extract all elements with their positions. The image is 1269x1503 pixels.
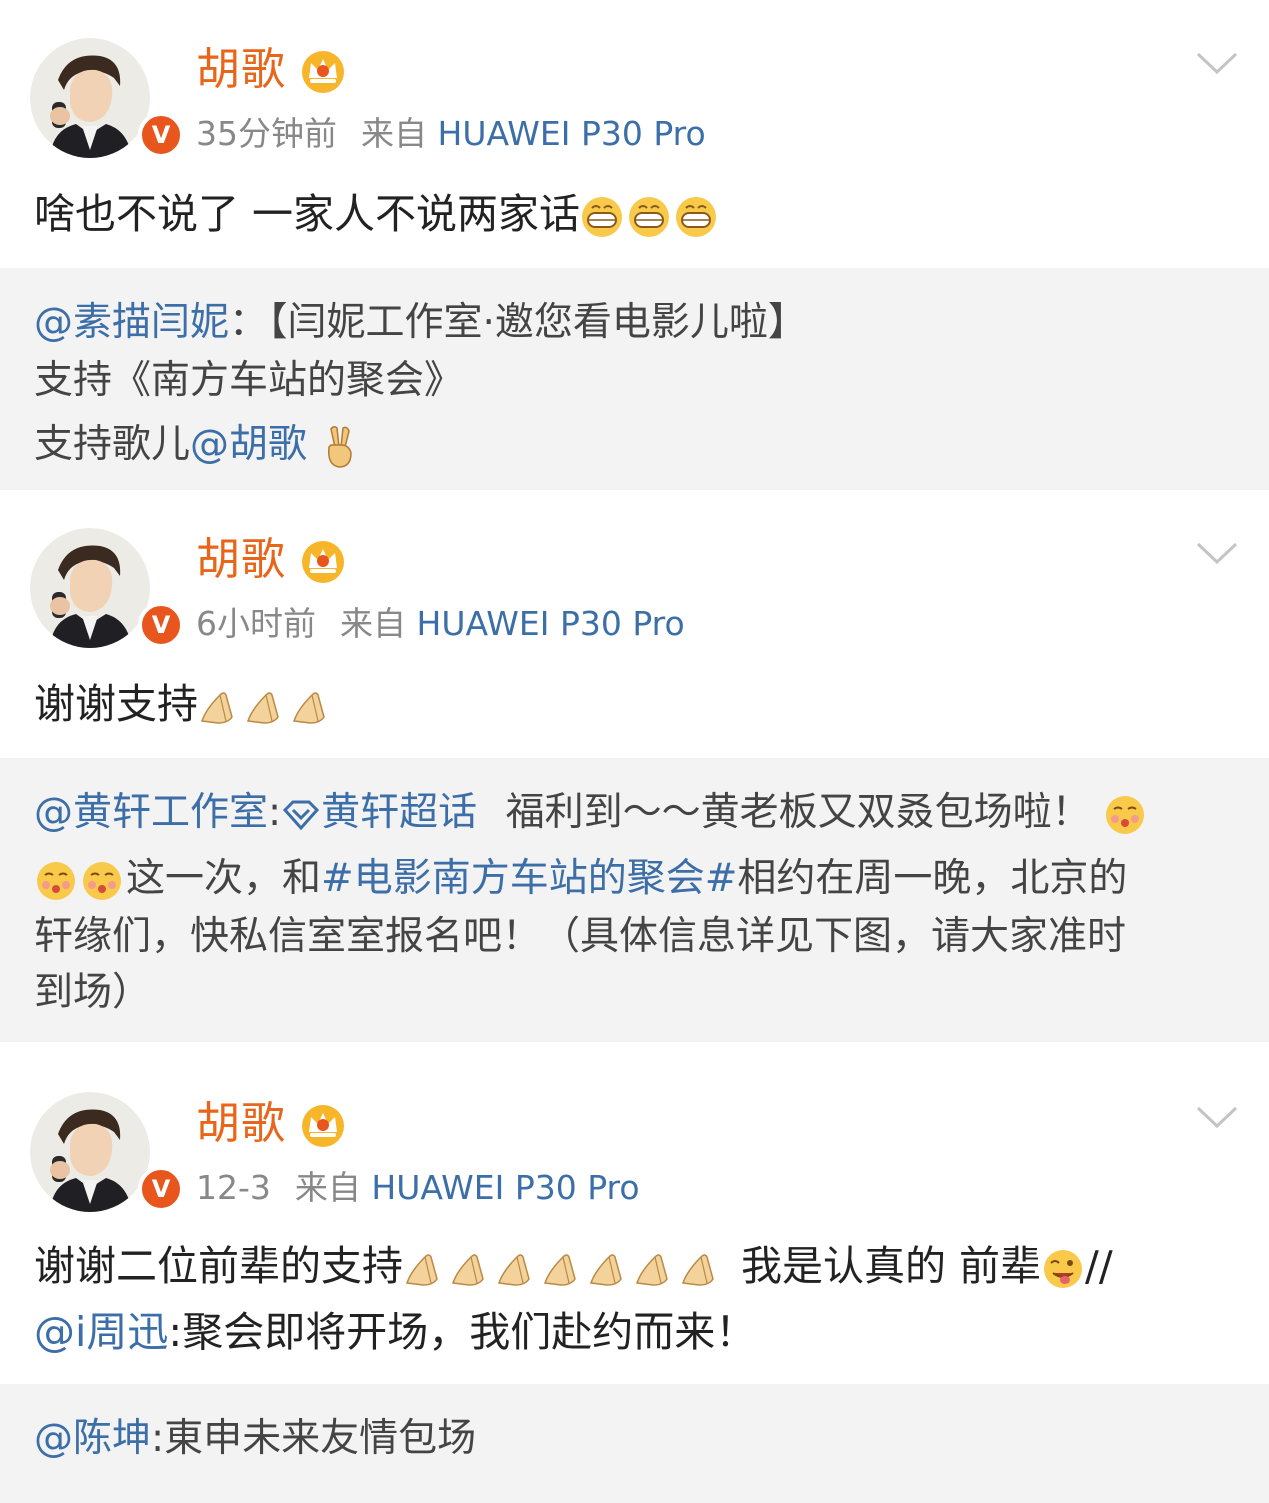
repost-line: 支持歌儿@胡歌 [34,418,359,472]
post-divider [0,1032,1269,1042]
avatar[interactable]: V [30,38,184,158]
crown-icon [302,51,344,93]
repost-text: 【闫妮工作室·邀您看电影儿啦】 [268,300,807,345]
crown-icon [302,541,344,583]
post-text: 谢谢支持 [34,676,338,732]
repost-text: 支持歌儿 [34,422,191,467]
separator: : [151,1416,165,1461]
post-text-content: 我是认真的 前辈 [741,1242,1042,1290]
repost-line: @黄轩工作室: 黄轩超话 福利到～～黄老板又双叒包场啦！ [34,786,1147,840]
source-device[interactable]: HUAWEI P30 Pro [438,114,706,153]
chevron-down-icon[interactable] [1195,540,1239,566]
repost-text: 福利到～～黄老板又双叒包场啦！ [505,790,1091,835]
author-name[interactable]: 胡歌 [196,42,286,98]
author-name[interactable]: 胡歌 [196,532,286,588]
grin-emoji-group [580,190,718,238]
victory-hand-emoji [328,425,353,468]
post-meta: 35分钟前 来自 HUAWEI P30 Pro [196,114,706,154]
repost-block[interactable]: @陈坤:東申未来友情包场 [0,1384,1269,1503]
kiss-emoji [37,861,121,900]
weibo-post: V 胡歌 12-3 来自 HUAWEI P30 Pro 谢谢二位前辈的支持 我是认… [0,1032,1269,1503]
post-time: 6小时前 [196,604,316,643]
grin-emoji [582,197,717,237]
repost-line: @素描闫妮：【闫妮工作室·邀您看电影儿啦】 [34,296,807,350]
post-text-content: 啥也不说了 一家人不说两家话 [34,190,581,238]
mention-link[interactable]: @i周迅 [34,1308,168,1356]
post-meta: 6小时前 来自 HUAWEI P30 Pro [196,604,685,644]
repost-text: 支持《南方车站的聚会》 [34,358,464,403]
post-text: 啥也不说了 一家人不说两家话 [34,186,718,242]
repost-line: @陈坤:東申未来友情包场 [34,1412,476,1466]
source-device[interactable]: HUAWEI P30 Pro [417,604,685,643]
bow-hands-emoji [200,692,325,724]
hashtag-link[interactable]: #电影南方车站的聚会# [321,856,737,901]
author-name[interactable]: 胡歌 [196,1096,286,1152]
avatar[interactable]: V [30,528,184,648]
repost-text: 这一次，和 [126,856,322,901]
post-meta: 12-3 来自 HUAWEI P30 Pro [196,1168,640,1208]
post-text-line: @i周迅:聚会即将开场，我们赴约而来！ [34,1304,756,1360]
repost-text: 東申未来友情包场 [164,1416,477,1461]
kiss-emoji [1106,795,1144,834]
repost-block[interactable]: @素描闫妮：【闫妮工作室·邀您看电影儿啦】 支持《南方车站的聚会》 支持歌儿@胡… [0,268,1269,490]
repost-text: 轩缘们，快私信室室报名吧！（具体信息详见下图，请大家准时 [34,914,1127,959]
chevron-down-icon[interactable] [1195,1104,1239,1130]
weibo-post: V 胡歌 6小时前 来自 HUAWEI P30 Pro 谢谢支持 @黄轩工作室: 黄… [0,490,1269,1032]
separator: ： [229,300,269,345]
post-header: V 胡歌 6小时前 来自 HUAWEI P30 Pro [0,490,1269,650]
repost-line: 这一次，和#电影南方车站的聚会#相约在周一晚，北京的 [34,852,1127,906]
repost-line: 轩缘们，快私信室室报名吧！（具体信息详见下图，请大家准时 [34,910,1126,964]
verified-badge-icon: V [138,1166,184,1212]
post-text-content: 谢谢支持 [34,680,198,728]
chevron-down-icon[interactable] [1195,50,1239,76]
post-text-content: :聚会即将开场，我们赴约而来！ [168,1308,757,1356]
repost-line: 到场） [34,966,151,1020]
tongue-wink-emoji [1044,1250,1083,1288]
mention-link[interactable]: @陈坤 [34,1416,151,1461]
avatar-image [30,528,150,648]
verified-badge-icon: V [138,602,184,648]
weibo-post: V 胡歌 35分钟前 来自 HUAWEI P30 Pro 啥也不说了 一家人不说两… [0,0,1269,490]
separator: : [268,790,282,835]
bow-hands-emoji [405,1254,714,1286]
mention-link[interactable]: @黄轩工作室 [34,790,268,835]
repost-text: 相约在周一晚，北京的 [737,856,1128,901]
source-device[interactable]: HUAWEI P30 Pro [371,1168,639,1207]
source-prefix: 来自 [294,1168,361,1207]
source-prefix: 来自 [340,604,406,643]
repost-separator: // [1085,1242,1113,1290]
post-header: V 胡歌 12-3 来自 HUAWEI P30 Pro [0,1054,1269,1214]
mention-link[interactable]: @胡歌 [190,422,307,467]
post-time: 12-3 [196,1168,271,1207]
post-text-content: 谢谢二位前辈的支持 [34,1242,403,1290]
repost-block[interactable]: @黄轩工作室: 黄轩超话 福利到～～黄老板又双叒包场啦！ 这一次，和#电影南方车站… [0,758,1269,1032]
source-prefix: 来自 [361,114,427,153]
crown-icon [302,1105,344,1147]
avatar-image [30,1092,150,1212]
super-topic-link[interactable]: 黄轩超话 [281,790,477,835]
mention-link[interactable]: @素描闫妮 [34,300,229,345]
post-header: V 胡歌 35分钟前 来自 HUAWEI P30 Pro [0,0,1269,160]
super-topic-label: 黄轩超话 [321,790,478,835]
repost-line: 支持《南方车站的聚会》 [34,354,463,408]
post-time: 35分钟前 [196,114,337,153]
avatar-image [30,38,150,158]
repost-text: 到场） [34,970,152,1015]
verified-badge-icon: V [138,112,184,158]
diamond-icon [283,800,320,830]
avatar[interactable]: V [30,1092,184,1212]
post-text-line: 谢谢二位前辈的支持 我是认真的 前辈 // [34,1238,1113,1294]
